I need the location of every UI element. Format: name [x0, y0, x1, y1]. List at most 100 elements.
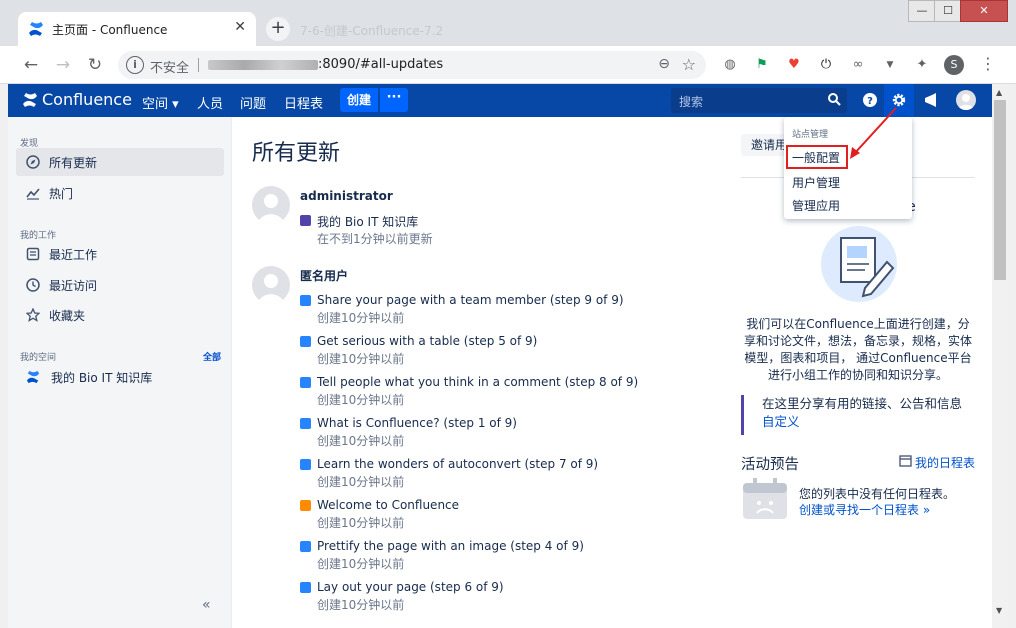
profile-avatar[interactable]: S — [944, 55, 964, 75]
extension-dropdown-icon[interactable]: ▼ — [881, 56, 899, 74]
dropdown-item-user-management[interactable]: 用户管理 — [792, 174, 840, 191]
search-icon[interactable] — [827, 92, 841, 106]
sidebar-item-all-updates[interactable]: 所有更新 — [16, 148, 224, 176]
blurred-host — [208, 60, 318, 70]
feed-entry-time: 创建10分钟以前 — [317, 311, 405, 325]
tab-close-icon[interactable]: ✕ — [234, 19, 246, 35]
feed-entry-title[interactable]: Tell people what you think in a comment … — [317, 375, 638, 389]
extension-power-icon[interactable]: ⏻ — [817, 56, 835, 74]
confluence-favicon-icon — [29, 22, 43, 36]
window-close-button[interactable]: ✕ — [960, 0, 1008, 22]
feed-entry-title[interactable]: Prettify the page with an image (step 4 … — [317, 539, 584, 553]
feed-entry-title[interactable]: Share your page with a team member (step… — [317, 293, 624, 307]
feed-user-name[interactable]: administrator — [300, 189, 393, 203]
feed-entry-time: 创建10分钟以前 — [317, 598, 405, 612]
feed-entry-title[interactable]: Welcome to Confluence — [317, 498, 459, 512]
feed-entry-time: 创建10分钟以前 — [317, 434, 405, 448]
collapse-sidebar-icon[interactable]: « — [202, 597, 211, 613]
url-text: :8090/#all-updates — [318, 57, 444, 72]
empty-calendar-text: 您的列表中没有任何日程表。 — [799, 487, 956, 501]
default-avatar-icon — [258, 274, 284, 304]
browser-toolbar: ← → ↻ i 不安全 :8090/#all-updates ⊖ ☆ ◍ ⚑ ♥… — [0, 46, 1016, 84]
page-icon — [300, 418, 311, 429]
notifications-megaphone-icon[interactable] — [922, 91, 940, 109]
page-scrollbar[interactable]: ▲ ▼ — [992, 84, 1008, 628]
svg-text:?: ? — [867, 96, 873, 107]
sidebar-all-spaces-link[interactable]: 全部 — [203, 350, 221, 363]
feed-entry-title[interactable]: Lay out your page (step 6 of 9) — [317, 580, 504, 594]
create-calendar-link[interactable]: 创建或寻找一个日程表 » — [799, 501, 930, 518]
browser-tab[interactable]: 主页面 - Confluence ✕ — [18, 12, 256, 46]
feed-entry-title[interactable]: 我的 Bio IT 知识库 — [317, 213, 418, 230]
sidebar-item-label: 我的 Bio IT 知识库 — [51, 371, 153, 385]
page-icon — [300, 582, 311, 593]
empty-calendar-icon — [743, 478, 787, 519]
user-avatar[interactable] — [956, 90, 976, 110]
sidebar-heading-myspaces: 我的空间 — [20, 353, 57, 363]
scroll-up-icon[interactable]: ▲ — [996, 88, 1002, 97]
nav-calendars[interactable]: 日程表 — [284, 93, 323, 112]
avatar[interactable] — [252, 186, 290, 224]
extension-heart-icon[interactable]: ♥ — [785, 56, 803, 74]
new-tab-button[interactable]: + — [266, 17, 290, 41]
feed-user-name[interactable]: 匿名用户 — [300, 267, 348, 284]
extension-flag-icon[interactable]: ⚑ — [753, 56, 771, 74]
sidebar-item-recent-visited[interactable]: 最近访问 — [16, 271, 224, 299]
create-button[interactable]: 创建 — [340, 88, 378, 112]
nav-people[interactable]: 人员 — [197, 93, 223, 112]
extension-link-icon[interactable]: ∞ — [849, 56, 867, 74]
document-pen-illustration-icon — [821, 226, 897, 302]
browser-menu-icon[interactable]: ⋮ — [980, 54, 996, 73]
help-icon[interactable]: ? — [861, 91, 879, 109]
page-title: 所有更新 — [252, 141, 341, 166]
confluence-space-icon — [26, 370, 40, 384]
security-label: 不安全 — [150, 61, 190, 76]
search-input[interactable]: 搜索 — [671, 88, 847, 113]
feed-entry-title[interactable]: Learn the wonders of autoconvert (step 7… — [317, 457, 598, 471]
sidebar-item-label: 所有更新 — [49, 156, 98, 170]
scroll-thumb[interactable] — [994, 100, 1006, 280]
back-icon[interactable]: ← — [20, 54, 42, 76]
bookmark-star-icon[interactable]: ☆ — [682, 55, 696, 74]
nav-spaces[interactable]: 空间 ▾ — [142, 93, 179, 112]
my-calendar-link[interactable]: 我的日程表 — [915, 454, 975, 471]
dropdown-heading: 站点管理 — [792, 130, 829, 140]
address-bar[interactable]: i 不安全 :8090/#all-updates ⊖ ☆ — [118, 51, 706, 79]
feed-entry-time: 在不到1分钟以前更新 — [317, 232, 433, 246]
compass-icon — [26, 155, 40, 169]
avatar[interactable] — [252, 266, 290, 304]
tab-title: 主页面 - Confluence — [52, 23, 168, 37]
info-icon[interactable]: i — [126, 56, 144, 74]
sidebar-item-popular[interactable]: 热门 — [16, 179, 224, 207]
reload-icon[interactable]: ↻ — [84, 54, 106, 76]
omnibox-separator — [198, 58, 199, 72]
sidebar-item-label: 最近访问 — [49, 279, 98, 293]
confluence-logo-text[interactable]: Confluence — [42, 90, 132, 109]
highlight-box — [786, 145, 848, 169]
nav-questions[interactable]: 问题 — [240, 93, 266, 112]
zoom-icon[interactable]: ⊖ — [658, 56, 670, 72]
sidebar-item-space[interactable]: 我的 Bio IT 知识库 — [16, 363, 224, 391]
sidebar-item-favorites[interactable]: 收藏夹 — [16, 301, 224, 329]
feed-entry-time: 创建10分钟以前 — [317, 475, 405, 489]
window-minimize-button[interactable]: — — [908, 0, 936, 22]
create-more-button[interactable]: ··· — [380, 88, 408, 112]
scroll-down-icon[interactable]: ▼ — [996, 606, 1002, 615]
welcome-description: 我们可以在Confluence上面进行创建，分享和讨论文件，想法，备忘录，规格，… — [743, 317, 972, 382]
feed-entry-title[interactable]: What is Confluence? (step 1 of 9) — [317, 416, 517, 430]
feed-entry-time: 创建10分钟以前 — [317, 352, 405, 366]
gear-icon — [892, 93, 906, 107]
settings-button[interactable] — [884, 84, 914, 117]
default-avatar-icon — [258, 194, 284, 224]
confluence-logo-icon[interactable] — [22, 92, 38, 108]
extension-globe-icon[interactable]: ◍ — [721, 56, 739, 74]
feed-entry-title[interactable]: Get serious with a table (step 5 of 9) — [317, 334, 537, 348]
sidebar-item-recent-work[interactable]: 最近工作 — [16, 240, 224, 268]
forward-icon[interactable]: → — [52, 54, 74, 76]
extensions-puzzle-icon[interactable]: ✦ — [913, 56, 931, 74]
feed-entry-time: 创建10分钟以前 — [317, 393, 405, 407]
dropdown-item-manage-apps[interactable]: 管理应用 — [792, 197, 840, 214]
window-maximize-button[interactable]: ☐ — [934, 0, 962, 22]
customize-link[interactable]: 自定义 — [762, 413, 975, 431]
calendar-icon — [899, 455, 912, 467]
